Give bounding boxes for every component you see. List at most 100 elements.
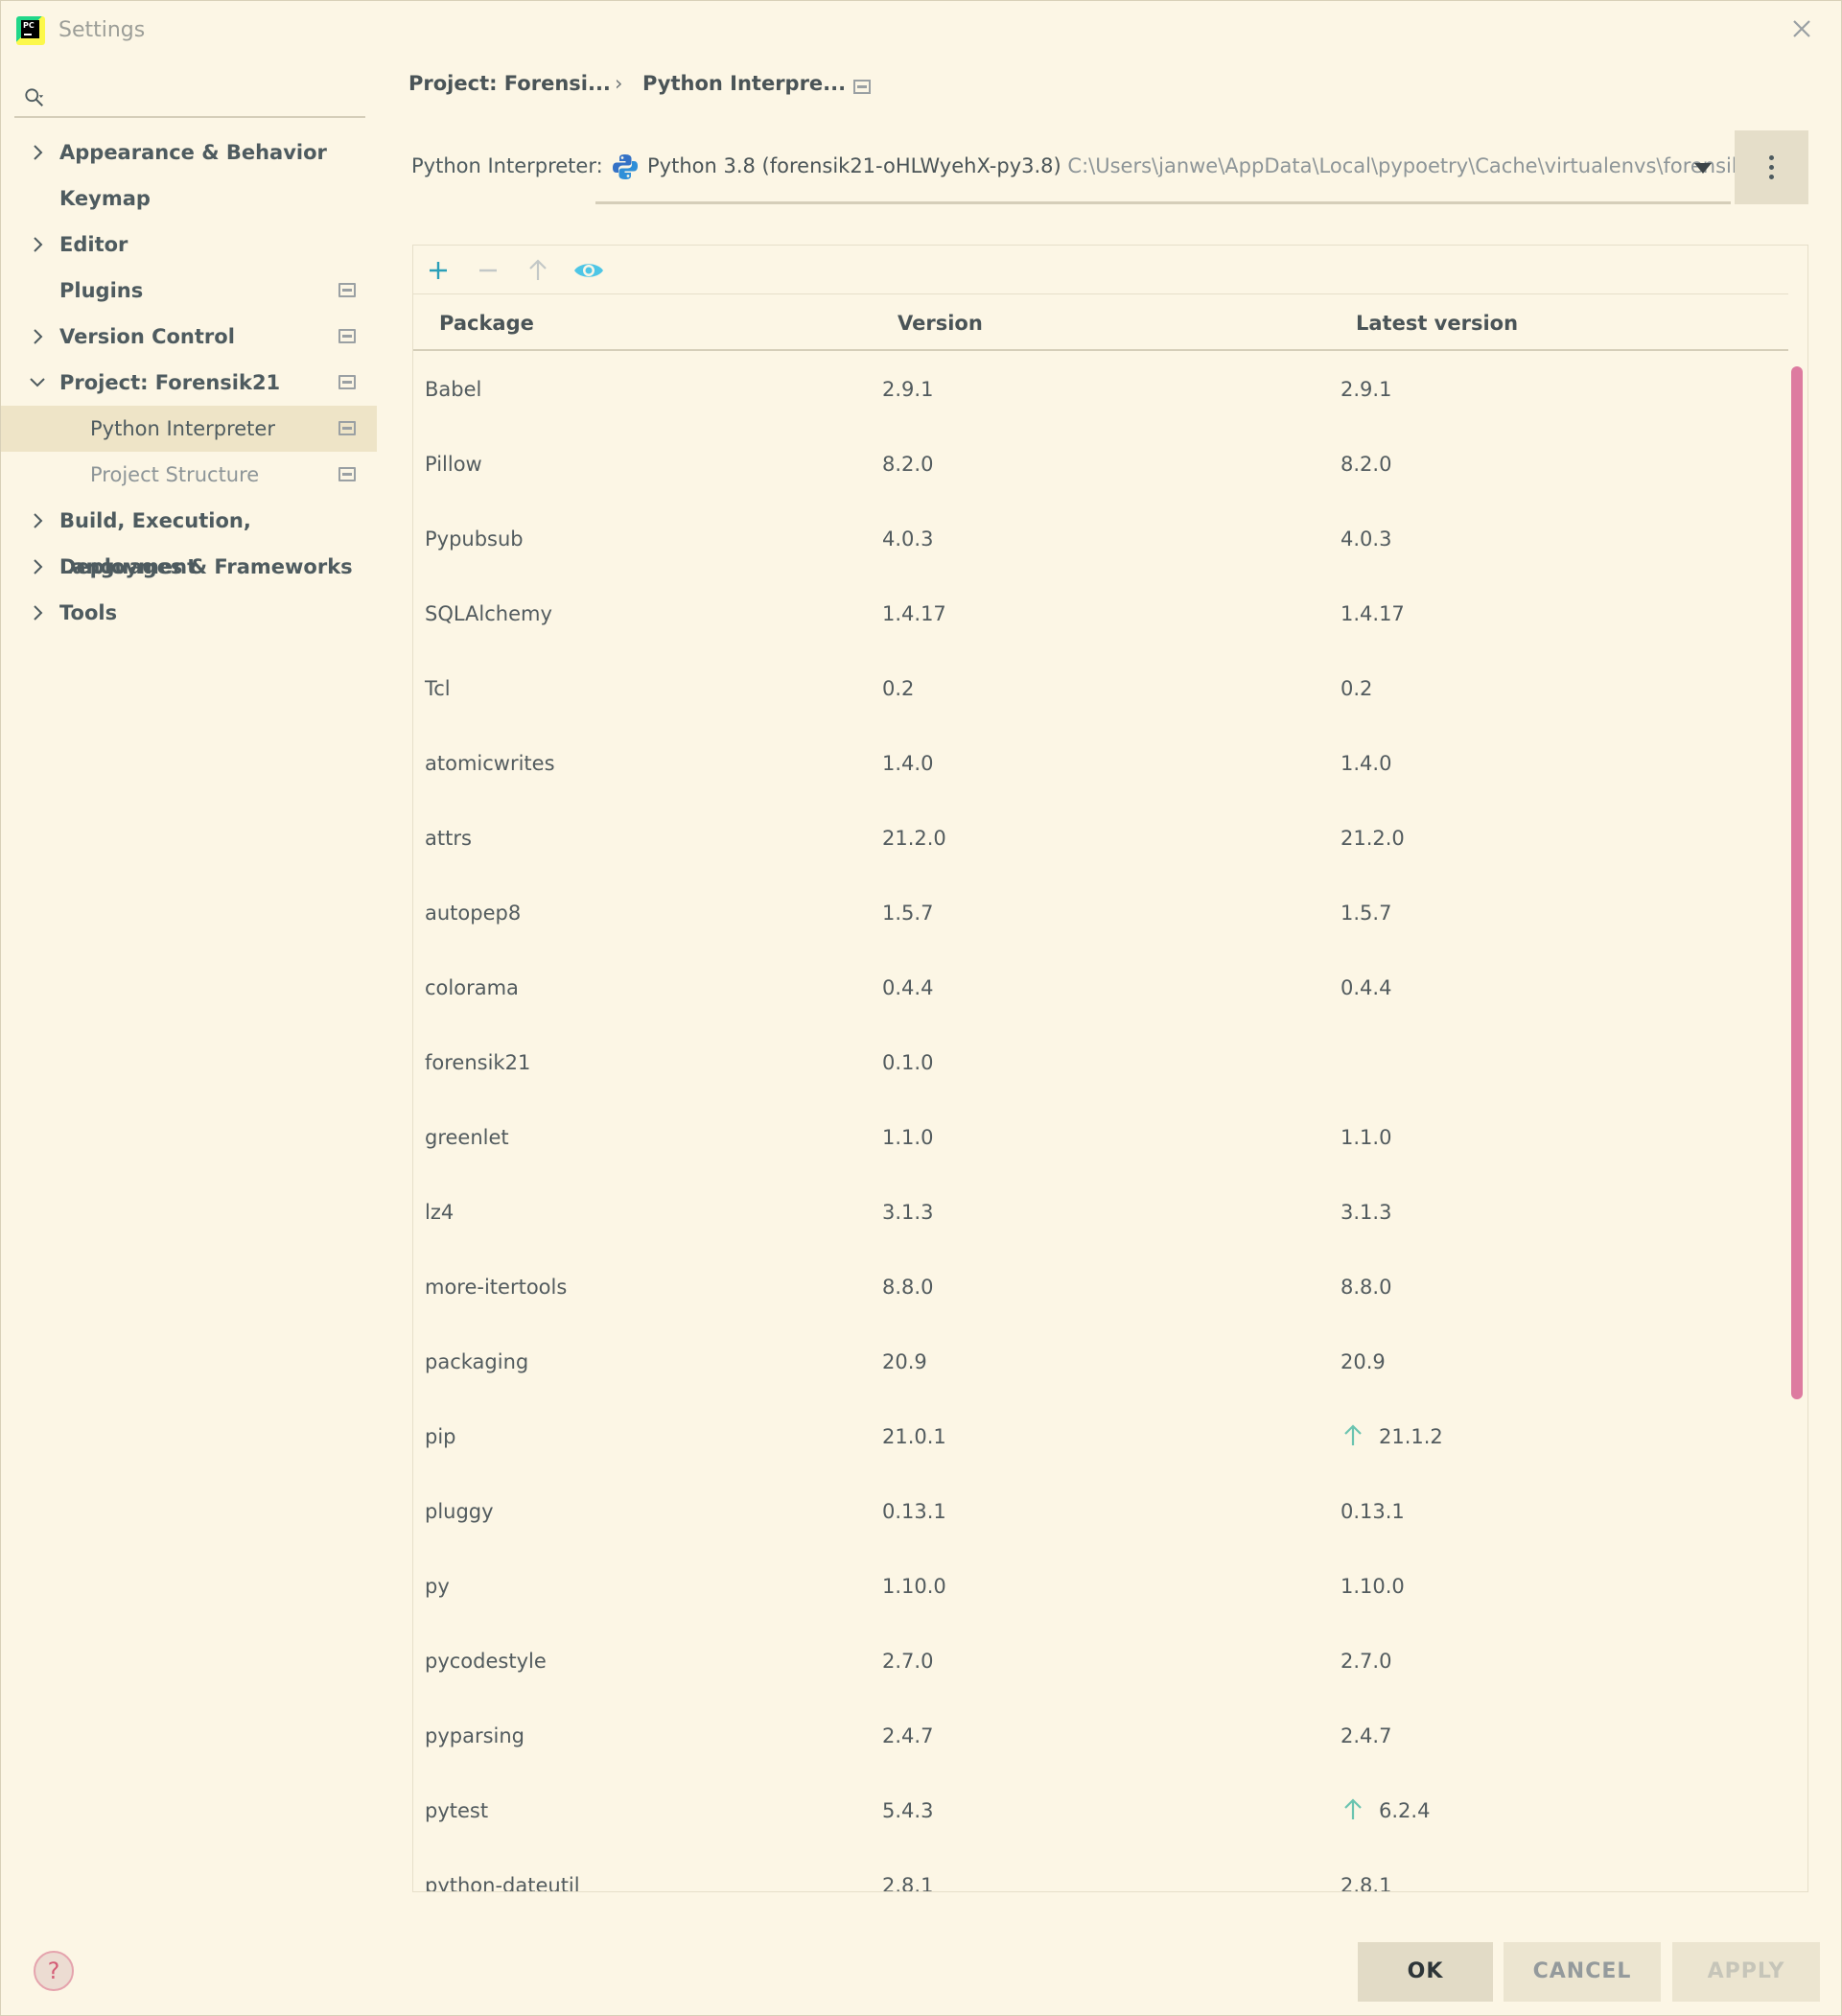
chevron-right-icon[interactable] [28, 222, 47, 268]
package-row[interactable]: lz4 3.1.3 3.1.3 [413, 1176, 1788, 1251]
package-row[interactable]: attrs 21.2.0 21.2.0 [413, 802, 1788, 877]
package-row[interactable]: more-itertools 8.8.0 8.8.0 [413, 1251, 1788, 1325]
package-row[interactable]: forensik21 0.1.0 [413, 1026, 1788, 1101]
python-icon [613, 154, 638, 179]
settings-nav-tree: Appearance & Behavior Keymap Editor Plugins… [1, 129, 377, 636]
packages-table-header: Package Version Latest version [413, 293, 1788, 351]
package-latest-version: 8.8.0 [1341, 1276, 1392, 1299]
package-name: Babel [425, 378, 482, 401]
window-title: Settings [58, 18, 146, 42]
pycharm-logo-icon: PC [16, 16, 45, 45]
project-level-icon [338, 421, 356, 435]
chevron-right-icon[interactable] [28, 314, 47, 360]
package-version: 0.4.4 [882, 976, 934, 999]
apply-button[interactable]: APPLY [1672, 1942, 1820, 2002]
sidebar-item[interactable]: Tools [1, 590, 377, 636]
package-row[interactable]: Babel 2.9.1 2.9.1 [413, 353, 1788, 428]
packages-toolbar [413, 246, 1807, 293]
package-version: 0.13.1 [882, 1500, 946, 1523]
package-version: 2.4.7 [882, 1724, 934, 1747]
settings-search-input[interactable] [14, 76, 365, 118]
package-latest-version: 4.0.3 [1341, 527, 1392, 551]
chevron-right-icon[interactable] [28, 544, 47, 590]
interpreter-name: Python 3.8 (forensik21-oHLWyehX-py3.8) C… [647, 154, 1769, 177]
package-latest-version: 0.4.4 [1341, 976, 1392, 999]
sidebar-item-label: Editor [59, 233, 128, 256]
package-row[interactable]: colorama 0.4.4 0.4.4 [413, 951, 1788, 1026]
chevron-right-icon[interactable] [28, 498, 47, 544]
package-row[interactable]: pycodestyle 2.7.0 2.7.0 [413, 1625, 1788, 1700]
close-button[interactable] [1787, 14, 1816, 43]
upgrade-available-icon [1344, 1424, 1362, 1445]
uninstall-package-button[interactable] [475, 257, 501, 284]
help-button[interactable]: ? [34, 1951, 74, 1991]
sidebar-item[interactable]: Build, Execution, Deployment [1, 498, 377, 578]
package-row[interactable]: pytest 5.4.3 6.2.4 [413, 1774, 1788, 1849]
package-version: 8.2.0 [882, 453, 934, 476]
package-latest-version: 21.2.0 [1341, 827, 1405, 850]
package-row[interactable]: python-dateutil 2.8.1 2.8.1 [413, 1849, 1788, 1891]
package-row[interactable]: pip 21.0.1 21.1.2 [413, 1400, 1788, 1475]
breadcrumb-page: Python Interpre... [642, 72, 847, 95]
sidebar-item-label: Project: Forensik21 [59, 371, 281, 394]
column-header-version[interactable]: Version [898, 312, 983, 335]
interpreter-label: Python Interpreter: [411, 154, 603, 177]
package-latest-version: 2.9.1 [1341, 378, 1392, 401]
interpreter-dropdown[interactable]: Python 3.8 (forensik21-oHLWyehX-py3.8) C… [595, 135, 1769, 204]
package-row[interactable]: greenlet 1.1.0 1.1.0 [413, 1101, 1788, 1176]
sidebar-item[interactable]: Keymap [1, 176, 377, 222]
breadcrumb-project[interactable]: Project: Forensi... [408, 72, 611, 95]
sidebar-item[interactable]: Project Structure [1, 452, 377, 498]
package-row[interactable]: pluggy 0.13.1 0.13.1 [413, 1475, 1788, 1550]
interpreter-version: Python 3.8 (forensik21-oHLWyehX-py3.8) [647, 154, 1061, 177]
sidebar-item[interactable]: Python Interpreter [1, 406, 377, 452]
cancel-button[interactable]: CANCEL [1504, 1942, 1661, 2002]
package-version: 4.0.3 [882, 527, 934, 551]
package-name: autopep8 [425, 902, 522, 925]
eye-icon [574, 264, 603, 277]
chevron-right-icon[interactable] [28, 590, 47, 636]
minus-icon [479, 269, 497, 272]
package-row[interactable]: atomicwrites 1.4.0 1.4.0 [413, 727, 1788, 802]
column-header-latest-version[interactable]: Latest version [1356, 312, 1518, 335]
package-name: forensik21 [425, 1051, 531, 1074]
package-row[interactable]: Pypubsub 4.0.3 4.0.3 [413, 503, 1788, 577]
package-row[interactable]: pyparsing 2.4.7 2.4.7 [413, 1700, 1788, 1774]
package-latest-version: 3.1.3 [1341, 1201, 1392, 1224]
more-dot [1769, 165, 1774, 170]
package-name: Pypubsub [425, 527, 524, 551]
sidebar-item[interactable]: Version Control [1, 314, 377, 360]
package-name: Pillow [425, 453, 482, 476]
package-version: 8.8.0 [882, 1276, 934, 1299]
upgrade-package-button[interactable] [525, 257, 551, 284]
chevron-down-icon[interactable] [28, 360, 47, 406]
package-latest-version: 2.4.7 [1341, 1724, 1392, 1747]
package-row[interactable]: packaging 20.9 20.9 [413, 1325, 1788, 1400]
package-row[interactable]: Tcl 0.2 0.2 [413, 652, 1788, 727]
chevron-right-icon[interactable] [28, 129, 47, 176]
package-version: 1.5.7 [882, 902, 934, 925]
package-row[interactable]: py 1.10.0 1.10.0 [413, 1550, 1788, 1625]
package-latest-version: 8.2.0 [1341, 453, 1392, 476]
sidebar-item-label: Version Control [59, 325, 235, 348]
column-header-package[interactable]: Package [439, 312, 534, 335]
package-row[interactable]: SQLAlchemy 1.4.17 1.4.17 [413, 577, 1788, 652]
packages-scrollbar[interactable] [1791, 366, 1803, 1399]
package-latest-version: 1.5.7 [1341, 902, 1392, 925]
search-icon [25, 88, 44, 106]
sidebar-item[interactable]: Editor [1, 222, 377, 268]
sidebar-item[interactable]: Project: Forensik21 [1, 360, 377, 406]
sidebar-item[interactable]: Languages & Frameworks [1, 544, 377, 590]
ok-button[interactable]: OK [1358, 1942, 1493, 2002]
show-early-releases-button[interactable] [572, 257, 605, 284]
package-name: attrs [425, 827, 472, 850]
package-name: pip [425, 1425, 456, 1448]
package-row[interactable]: autopep8 1.5.7 1.5.7 [413, 877, 1788, 951]
package-latest-version: 0.2 [1341, 677, 1373, 700]
package-row[interactable]: Pillow 8.2.0 8.2.0 [413, 428, 1788, 503]
interpreter-settings-button[interactable] [1735, 130, 1808, 204]
sidebar-item[interactable]: Appearance & Behavior [1, 129, 377, 176]
sidebar-item[interactable]: Plugins [1, 268, 377, 314]
sidebar-item-label: Appearance & Behavior [59, 141, 327, 164]
install-package-button[interactable] [425, 257, 452, 284]
